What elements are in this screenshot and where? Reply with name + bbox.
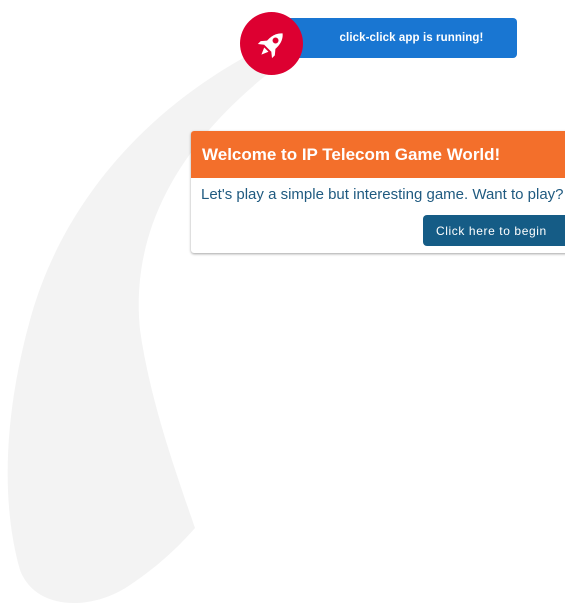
welcome-text: Let's play a simple but interesting game…: [201, 186, 564, 203]
welcome-card: Welcome to IP Telecom Game World! Let's …: [191, 131, 565, 253]
background-swoosh: [7, 48, 270, 604]
rocket-badge: [240, 12, 303, 75]
app-status-text: click-click app is running!: [339, 32, 484, 44]
rocket-icon: [257, 32, 283, 58]
welcome-title: Welcome to IP Telecom Game World!: [202, 144, 501, 164]
welcome-card-header: Welcome to IP Telecom Game World!: [191, 131, 565, 178]
begin-button[interactable]: Click here to begin: [423, 215, 565, 246]
app-status-banner: click-click app is running!: [286, 18, 517, 58]
